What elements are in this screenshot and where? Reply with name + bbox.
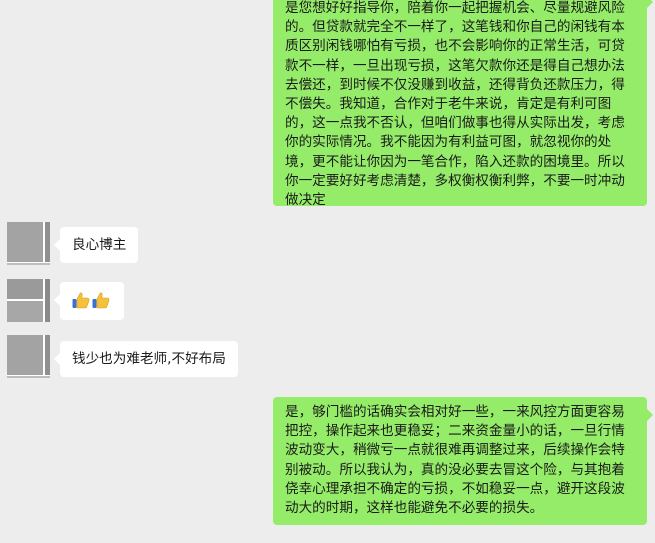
avatar[interactable] [7, 279, 50, 322]
message-text: 是，够门槛的话确实会相对好一些，一来风控方面更容易把控，操作起来也更稳妥；二来资… [285, 404, 625, 517]
outgoing-message-bubble[interactable]: 是您想好好指导你，陪着你一起把握机会、尽量规避风险的。但贷款就完全不一样了，这笔… [273, 0, 653, 209]
message-text: 是您想好好指导你，陪着你一起把握机会、尽量规避风险的。但贷款就完全不一样了，这笔… [285, 0, 625, 209]
outgoing-message-bubble[interactable]: 是，够门槛的话确实会相对好一些，一来风控方面更容易把控，操作起来也更稳妥；二来资… [273, 397, 653, 525]
message-text: 钱少也为难老师,不好布局 [72, 351, 226, 367]
thumbs-up-icon [92, 291, 110, 309]
incoming-message-bubble[interactable]: 钱少也为难老师,不好布局 [54, 341, 238, 377]
message-text: 良心博主 [72, 237, 127, 253]
incoming-message-bubble[interactable]: 良心博主 [53, 227, 139, 263]
avatar[interactable] [7, 222, 50, 265]
thumbs-up-icon [72, 291, 90, 309]
avatar[interactable] [7, 335, 50, 378]
incoming-message-bubble[interactable] [54, 282, 124, 320]
